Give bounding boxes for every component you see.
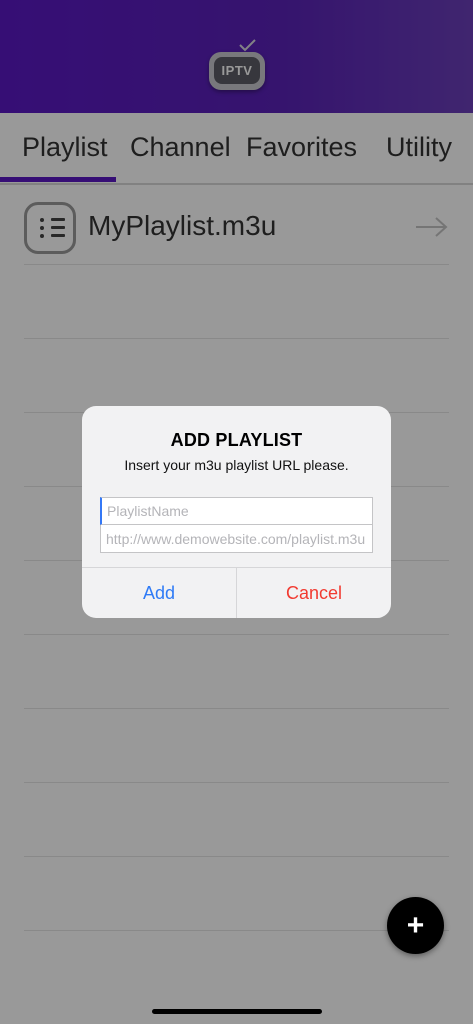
cancel-button[interactable]: Cancel <box>237 568 391 618</box>
add-playlist-fab[interactable]: + <box>387 897 444 954</box>
add-playlist-dialog: ADD PLAYLIST Insert your m3u playlist UR… <box>82 406 391 618</box>
dialog-title: ADD PLAYLIST <box>170 430 303 450</box>
home-indicator[interactable] <box>152 1009 322 1014</box>
playlist-url-input[interactable] <box>100 525 373 553</box>
add-button[interactable]: Add <box>82 568 236 618</box>
plus-icon: + <box>406 909 425 942</box>
dialog-message: Insert your m3u playlist URL please. <box>124 457 349 473</box>
playlist-name-input[interactable] <box>100 497 373 525</box>
